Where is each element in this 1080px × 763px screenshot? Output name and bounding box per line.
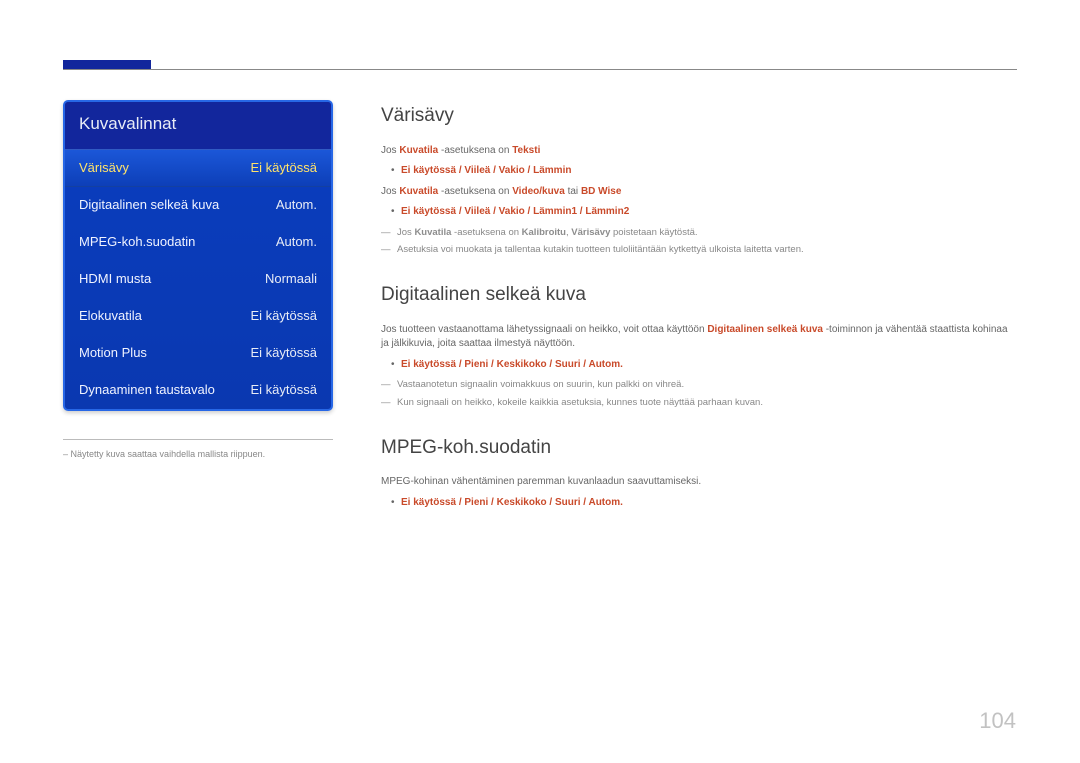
menu-footnote: – Näytetty kuva saattaa vaihdella mallis… [63,439,333,461]
kw: Kuvatila [399,186,438,197]
menu-item-label: Elokuvatila [79,307,142,326]
kw: Ei käytössä / Viileä / Vakio / Lämmin1 /… [401,206,629,217]
settings-menu: Kuvavalinnat Värisävy Ei käytössä Digita… [63,100,333,411]
option-item: Ei käytössä / Viileä / Vakio / Lämmin1 /… [381,205,1017,220]
t: -asetuksena on [451,227,521,238]
header-divider [63,69,1017,70]
section-heading: MPEG-koh.suodatin [381,434,1017,462]
page-number: 104 [979,705,1016,737]
kw: Värisävy [571,227,610,238]
section-digitaalinen: Digitaalinen selkeä kuva Jos tuotteen va… [381,281,1017,410]
option-item: Ei käytössä / Viileä / Vakio / Lämmin [381,164,1017,179]
menu-item-label: Digitaalinen selkeä kuva [79,196,219,215]
kw: Kalibroitu [522,227,566,238]
section-text: Jos tuotteen vastaanottama lähetyssignaa… [381,323,1017,352]
menu-item-label: Dynaaminen taustavalo [79,381,215,400]
kw: Kuvatila [399,145,438,156]
kw: Digitaalinen selkeä kuva [707,324,823,335]
t: tai [565,186,581,197]
content-column: Värisävy Jos Kuvatila -asetuksena on Tek… [381,100,1017,516]
menu-item-label: Motion Plus [79,344,147,363]
menu-item-varisavy[interactable]: Värisävy Ei käytössä [65,149,331,188]
menu-item-value: Ei käytössä [251,307,317,326]
note-item: Kun signaali on heikko, kokeile kaikkia … [381,396,1017,410]
section-heading: Digitaalinen selkeä kuva [381,281,1017,309]
menu-item-motionplus[interactable]: Motion Plus Ei käytössä [65,335,331,372]
kw: Video/kuva [512,186,565,197]
section-text: Jos Kuvatila -asetuksena on Video/kuva t… [381,185,1017,200]
note-item: Asetuksia voi muokata ja tallentaa kutak… [381,243,1017,257]
kw: Kuvatila [414,227,451,238]
option-item: Ei käytössä / Pieni / Keskikoko / Suuri … [381,358,1017,373]
t: Jos tuotteen vastaanottama lähetyssignaa… [381,324,707,335]
menu-item-elokuvatila[interactable]: Elokuvatila Ei käytössä [65,298,331,335]
page-layout: Kuvavalinnat Värisävy Ei käytössä Digita… [63,100,1017,516]
menu-item-label: Värisävy [79,159,129,178]
menu-item-value: Normaali [265,270,317,289]
left-column: Kuvavalinnat Värisävy Ei käytössä Digita… [63,100,333,516]
section-heading: Värisävy [381,102,1017,130]
option-list: Ei käytössä / Viileä / Vakio / Lämmin [381,164,1017,179]
section-mpeg: MPEG-koh.suodatin MPEG-kohinan vähentämi… [381,434,1017,511]
t: Jos [397,227,414,238]
menu-item-value: Autom. [276,233,317,252]
t: Jos [381,145,399,156]
menu-item-mpeg[interactable]: MPEG-koh.suodatin Autom. [65,224,331,261]
menu-item-label: HDMI musta [79,270,151,289]
option-list: Ei käytössä / Viileä / Vakio / Lämmin1 /… [381,205,1017,220]
menu-item-dynaaminen[interactable]: Dynaaminen taustavalo Ei käytössä [65,372,331,409]
t: poistetaan käytöstä. [610,227,697,238]
option-item: Ei käytössä / Pieni / Keskikoko / Suuri … [381,496,1017,511]
note-item: Jos Kuvatila -asetuksena on Kalibroitu, … [381,226,1017,240]
footnote-text: Näytetty kuva saattaa vaihdella mallista… [71,449,266,459]
menu-item-digitaalinen[interactable]: Digitaalinen selkeä kuva Autom. [65,187,331,224]
note-item: Vastaanotetun signaalin voimakkuus on su… [381,378,1017,392]
t: Jos [381,186,399,197]
section-varisavy: Värisävy Jos Kuvatila -asetuksena on Tek… [381,102,1017,257]
t: -asetuksena on [438,186,512,197]
kw: Teksti [512,145,540,156]
menu-list: Värisävy Ei käytössä Digitaalinen selkeä… [65,149,331,409]
kw: Ei käytössä / Viileä / Vakio / Lämmin [401,165,571,176]
t: -asetuksena on [438,145,512,156]
option-list: Ei käytössä / Pieni / Keskikoko / Suuri … [381,358,1017,373]
menu-item-value: Ei käytössä [251,381,317,400]
section-text: Jos Kuvatila -asetuksena on Teksti [381,144,1017,159]
menu-item-label: MPEG-koh.suodatin [79,233,195,252]
menu-item-value: Ei käytössä [251,344,317,363]
kw: Ei käytössä / Pieni / Keskikoko / Suuri … [401,497,623,508]
option-list: Ei käytössä / Pieni / Keskikoko / Suuri … [381,496,1017,511]
menu-item-value: Ei käytössä [251,159,317,178]
kw: BD Wise [581,186,621,197]
kw: Ei käytössä / Pieni / Keskikoko / Suuri … [401,359,623,370]
section-text: MPEG-kohinan vähentäminen paremman kuvan… [381,475,1017,490]
menu-title: Kuvavalinnat [65,102,331,149]
menu-item-hdmi[interactable]: HDMI musta Normaali [65,261,331,298]
menu-item-value: Autom. [276,196,317,215]
